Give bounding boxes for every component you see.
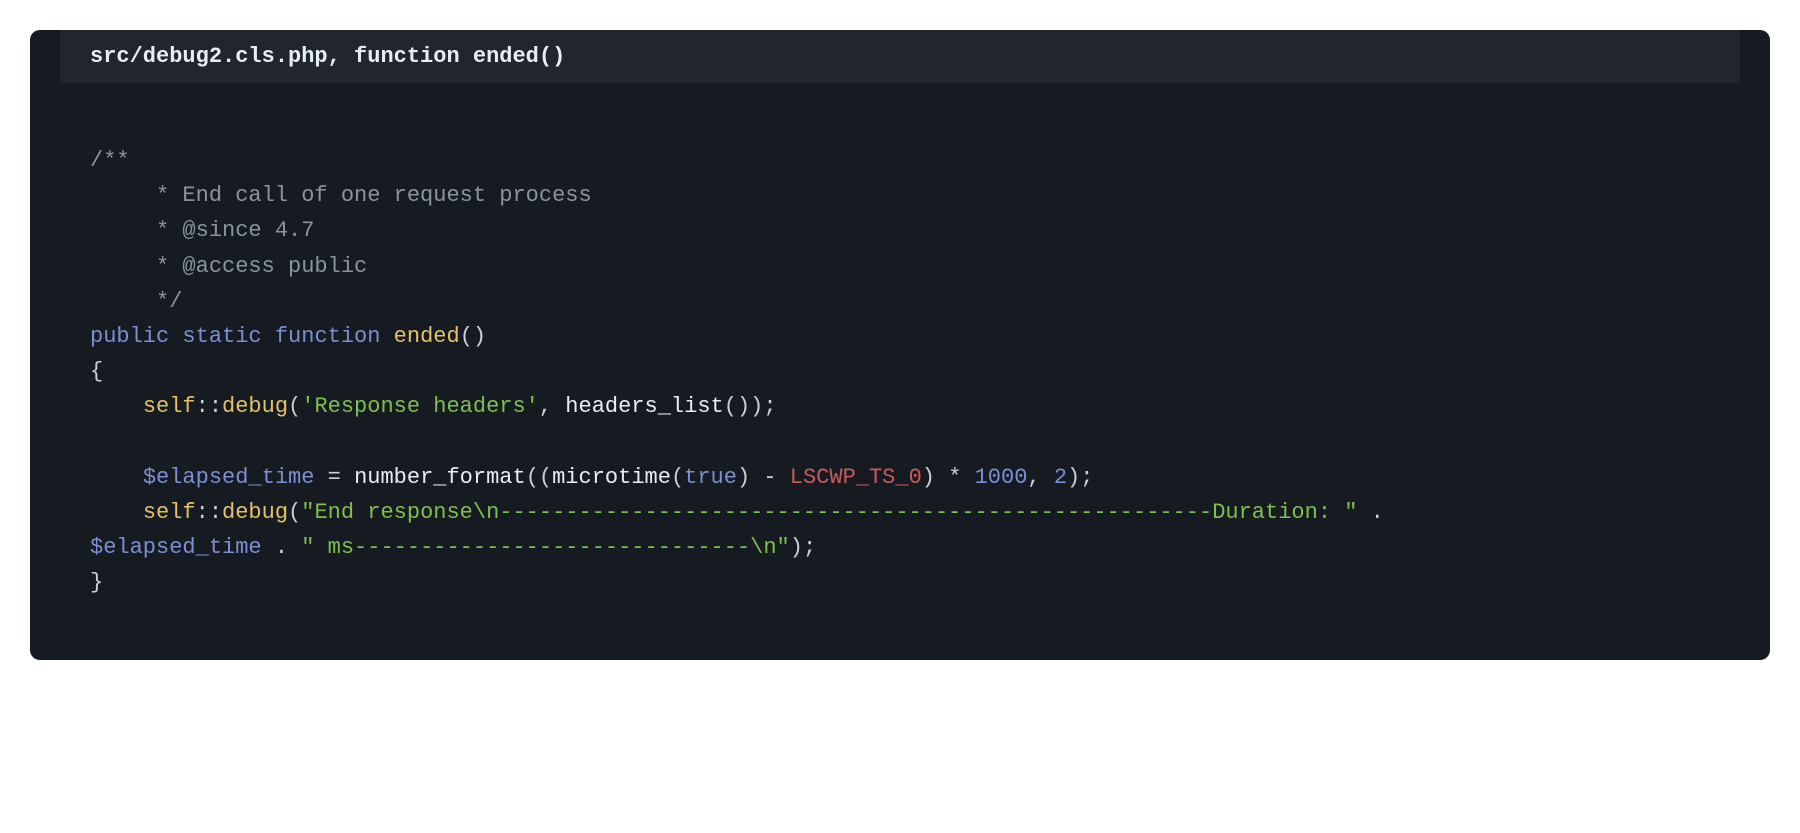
func-call: number_format (354, 465, 526, 490)
keyword-public: public (90, 324, 169, 349)
comma: , (1027, 465, 1053, 490)
variable: $elapsed_time (90, 535, 262, 560)
code-header: src/debug2.cls.php, function ended() (60, 30, 1740, 83)
function-name: ended (394, 324, 460, 349)
self-keyword: self (143, 500, 196, 525)
keyword-function: function (275, 324, 381, 349)
constant: LSCWP_TS_0 (790, 465, 922, 490)
paren-close: ) (737, 394, 750, 419)
paren-open: ( (671, 465, 684, 490)
string-literal: " ms------------------------------\n" (301, 535, 789, 560)
minus-op: - (750, 465, 790, 490)
string-literal: 'Response headers' (301, 394, 539, 419)
method-debug: debug (222, 394, 288, 419)
paren-open: ( (526, 465, 539, 490)
brace-open: { (90, 359, 103, 384)
indent (90, 394, 143, 419)
paren-close: ) (737, 465, 750, 490)
paren-open: ( (288, 500, 301, 525)
paren-open: ( (539, 465, 552, 490)
brace-close: } (90, 570, 103, 595)
mul-op: * (935, 465, 975, 490)
double-colon: :: (196, 394, 222, 419)
comment-line: * @access public (90, 254, 367, 279)
number-literal: 2 (1054, 465, 1067, 490)
indent (90, 500, 143, 525)
paren-open: ( (288, 394, 301, 419)
paren-close: ) (922, 465, 935, 490)
func-call: microtime (552, 465, 671, 490)
concat-op: . (1357, 500, 1397, 525)
method-debug: debug (222, 500, 288, 525)
comment-line: * End call of one request process (90, 183, 592, 208)
comment-line: * @since 4.7 (90, 218, 314, 243)
semicolon: ; (763, 394, 776, 419)
variable: $elapsed_time (143, 465, 315, 490)
semicolon: ; (1080, 465, 1093, 490)
double-colon: :: (196, 500, 222, 525)
paren-open: ( (724, 394, 737, 419)
bool-literal: true (684, 465, 737, 490)
string-literal: "End response\n-------------------------… (301, 500, 1357, 525)
code-block: src/debug2.cls.php, function ended() /**… (30, 30, 1770, 660)
code-body[interactable]: /** * End call of one request process * … (30, 83, 1770, 660)
paren-close: ) (750, 394, 763, 419)
assign-op: = (314, 465, 354, 490)
comment-close: */ (90, 289, 182, 314)
paren-close: ) (473, 324, 486, 349)
paren-open: ( (460, 324, 473, 349)
self-keyword: self (143, 394, 196, 419)
comment-open: /** (90, 148, 130, 173)
func-call: headers_list (565, 394, 723, 419)
indent (90, 465, 143, 490)
paren-close: ) (790, 535, 803, 560)
concat-op: . (262, 535, 302, 560)
keyword-static: static (182, 324, 261, 349)
paren-close: ) (1067, 465, 1080, 490)
number-literal: 1000 (975, 465, 1028, 490)
semicolon: ; (803, 535, 816, 560)
comma: , (539, 394, 565, 419)
